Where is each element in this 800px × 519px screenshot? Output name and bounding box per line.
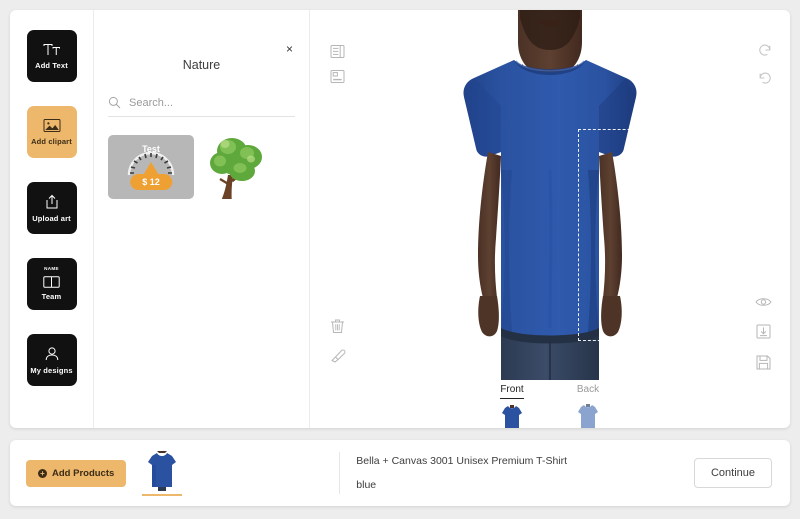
team-name-badge: NAME bbox=[44, 265, 59, 271]
text-icon bbox=[42, 43, 62, 57]
clipart-gauge-label: Test bbox=[142, 144, 160, 154]
tshirt-mockup[interactable] bbox=[400, 10, 700, 380]
tool-my-designs-label: My designs bbox=[30, 365, 73, 375]
product-thumbnail[interactable] bbox=[140, 450, 184, 496]
align-icon[interactable] bbox=[330, 69, 345, 84]
product-thumbnail-image bbox=[148, 450, 177, 491]
tool-rail: Add Text Add clipart Upload art NAME Tea… bbox=[10, 10, 94, 428]
layers-icon[interactable] bbox=[330, 44, 345, 59]
image-icon bbox=[43, 118, 61, 133]
undo-icon[interactable] bbox=[758, 43, 772, 57]
product-color: blue bbox=[356, 479, 377, 491]
tool-add-text-label: Add Text bbox=[35, 60, 68, 70]
download-icon[interactable] bbox=[756, 324, 771, 339]
editor-card: Add Text Add clipart Upload art NAME Tea… bbox=[10, 10, 790, 428]
add-products-button[interactable]: + Add Products bbox=[26, 459, 127, 487]
product-info: Bella + Canvas 3001 Unisex Premium T-Shi… bbox=[356, 455, 567, 491]
canvas-tools-right bbox=[758, 43, 772, 85]
user-icon bbox=[44, 346, 60, 362]
upload-icon bbox=[44, 194, 60, 210]
tool-add-clipart[interactable]: Add clipart bbox=[26, 106, 77, 158]
redo-icon[interactable] bbox=[758, 71, 772, 85]
search-input[interactable] bbox=[129, 96, 295, 109]
tool-team[interactable]: NAME Team bbox=[26, 258, 77, 310]
clipart-item-tree[interactable] bbox=[204, 135, 290, 199]
front-thumbnail bbox=[501, 405, 523, 428]
clipart-panel-title: Nature bbox=[182, 58, 221, 72]
add-products-label: Add Products bbox=[52, 467, 115, 479]
preview-eye-icon[interactable] bbox=[755, 296, 772, 308]
close-icon[interactable]: × bbox=[286, 43, 293, 55]
eraser-icon[interactable] bbox=[330, 348, 346, 363]
bottom-bar: + Add Products Bella + Canvas 3001 Unise… bbox=[10, 440, 790, 506]
side-tab-back[interactable]: Back bbox=[564, 384, 612, 428]
side-tabs: Front Back bbox=[310, 384, 790, 428]
design-canvas[interactable]: Front Back bbox=[310, 10, 790, 428]
save-icon[interactable] bbox=[756, 355, 771, 370]
tool-upload-art[interactable]: Upload art bbox=[26, 182, 77, 234]
bottom-divider bbox=[339, 452, 341, 494]
side-tab-front-label: Front bbox=[500, 384, 524, 399]
team-jersey-icon bbox=[43, 276, 60, 288]
product-name: Bella + Canvas 3001 Unisex Premium T-Shi… bbox=[356, 455, 568, 467]
tool-add-text[interactable]: Add Text bbox=[26, 30, 77, 82]
side-tab-back-label: Back bbox=[576, 384, 600, 395]
search-row bbox=[108, 96, 295, 117]
tool-team-label: Team bbox=[41, 292, 62, 302]
tshirt-front-image bbox=[463, 10, 637, 380]
tool-add-clipart-label: Add clipart bbox=[31, 137, 72, 146]
app-root: Add Text Add clipart Upload art NAME Tea… bbox=[0, 0, 800, 519]
product-active-indicator bbox=[142, 493, 183, 496]
trash-icon[interactable] bbox=[330, 318, 346, 334]
canvas-tools-left-bottom bbox=[330, 318, 346, 363]
back-thumbnail bbox=[577, 404, 599, 428]
canvas-tools-left bbox=[330, 44, 345, 84]
search-icon bbox=[108, 96, 121, 109]
tool-upload-art-label: Upload art bbox=[32, 213, 71, 223]
clipart-price-badge: $ 12 bbox=[130, 174, 172, 190]
tool-my-designs[interactable]: My designs bbox=[26, 334, 77, 386]
continue-button[interactable]: Continue bbox=[693, 458, 772, 488]
side-tab-front[interactable]: Front bbox=[488, 384, 536, 428]
canvas-tools-right-bottom bbox=[755, 296, 772, 370]
clipart-item-gauge[interactable]: Test $ 12 bbox=[108, 135, 194, 199]
plus-circle-icon: + bbox=[38, 468, 47, 478]
clipart-panel: × Nature Test bbox=[94, 10, 310, 428]
clipart-grid: Test $ 12 bbox=[108, 135, 295, 199]
